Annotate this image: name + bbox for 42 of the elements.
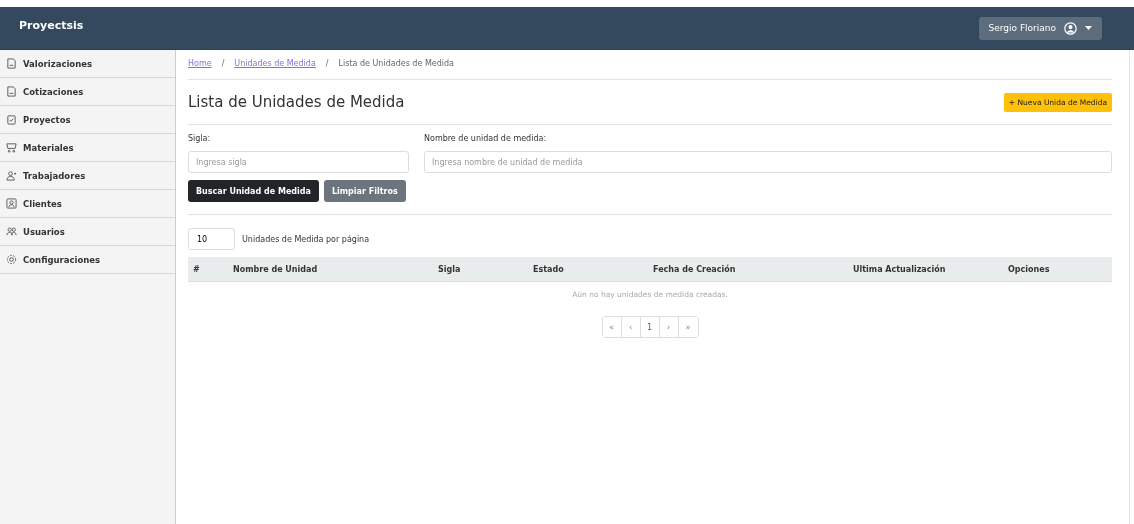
sidebar-item[interactable]: Cotizaciones (0, 78, 175, 106)
column-header: Fecha de Creación (653, 264, 737, 274)
column-header: Ultima Actualización (853, 264, 947, 274)
sidebar-item[interactable]: Usuarios (0, 218, 175, 246)
breadcrumb-current: Lista de Unidades de Medida (338, 58, 454, 68)
breadcrumb-separator: / (325, 58, 329, 68)
filter-input[interactable]: Ingresa sigla (188, 151, 409, 173)
person-icon (6, 170, 17, 181)
clear-filters-button[interactable]: Limpiar Filtros (323, 180, 406, 202)
sidebar-item[interactable]: Clientes (0, 190, 175, 218)
column-header: Sigla (438, 264, 462, 274)
column-header: Nombre de Unidad (233, 264, 319, 274)
breadcrumb-link[interactable]: Unidades de Medida (234, 58, 316, 68)
per-page-input[interactable]: 10 (188, 228, 235, 250)
caret-icon (1085, 25, 1092, 31)
column-header: Opciones (1008, 264, 1050, 274)
filter-input[interactable]: Ingresa nombre de unidad de medida (424, 151, 1112, 173)
page-title: Lista de Unidades de Medida (188, 93, 405, 111)
contact-icon (6, 198, 17, 209)
user-menu-button[interactable]: Sergio Floriano (978, 16, 1102, 40)
breadcrumb-link[interactable]: Home (188, 58, 212, 68)
clipboard-icon (6, 114, 17, 125)
sidebar-item[interactable]: Configuraciones (0, 246, 175, 274)
sidebar-item[interactable]: Trabajadores (0, 162, 175, 190)
document-icon (6, 58, 17, 69)
sidebar-item[interactable]: Materiales (0, 134, 175, 162)
people-icon (6, 226, 17, 237)
search-button[interactable]: Buscar Unidad de Medida (188, 180, 319, 202)
per-page-label: Unidades de Medida por página (242, 234, 370, 244)
sidebar-item[interactable]: Proyectos (0, 106, 175, 134)
field-label: Sigla: (188, 134, 212, 143)
gear-icon (6, 254, 17, 265)
cart-icon (6, 142, 17, 153)
sidebar-item[interactable]: Valorizaciones (0, 50, 175, 78)
column-header: # (193, 264, 201, 274)
user-avatar-icon (1064, 21, 1077, 35)
page-button[interactable]: « (602, 317, 622, 337)
column-header: Estado (533, 264, 565, 274)
field-label: Nombre de unidad de medida: (424, 134, 548, 143)
breadcrumb-separator: / (221, 58, 225, 68)
document-icon (6, 86, 17, 97)
brand-name[interactable]: Proyectsis (19, 19, 84, 32)
